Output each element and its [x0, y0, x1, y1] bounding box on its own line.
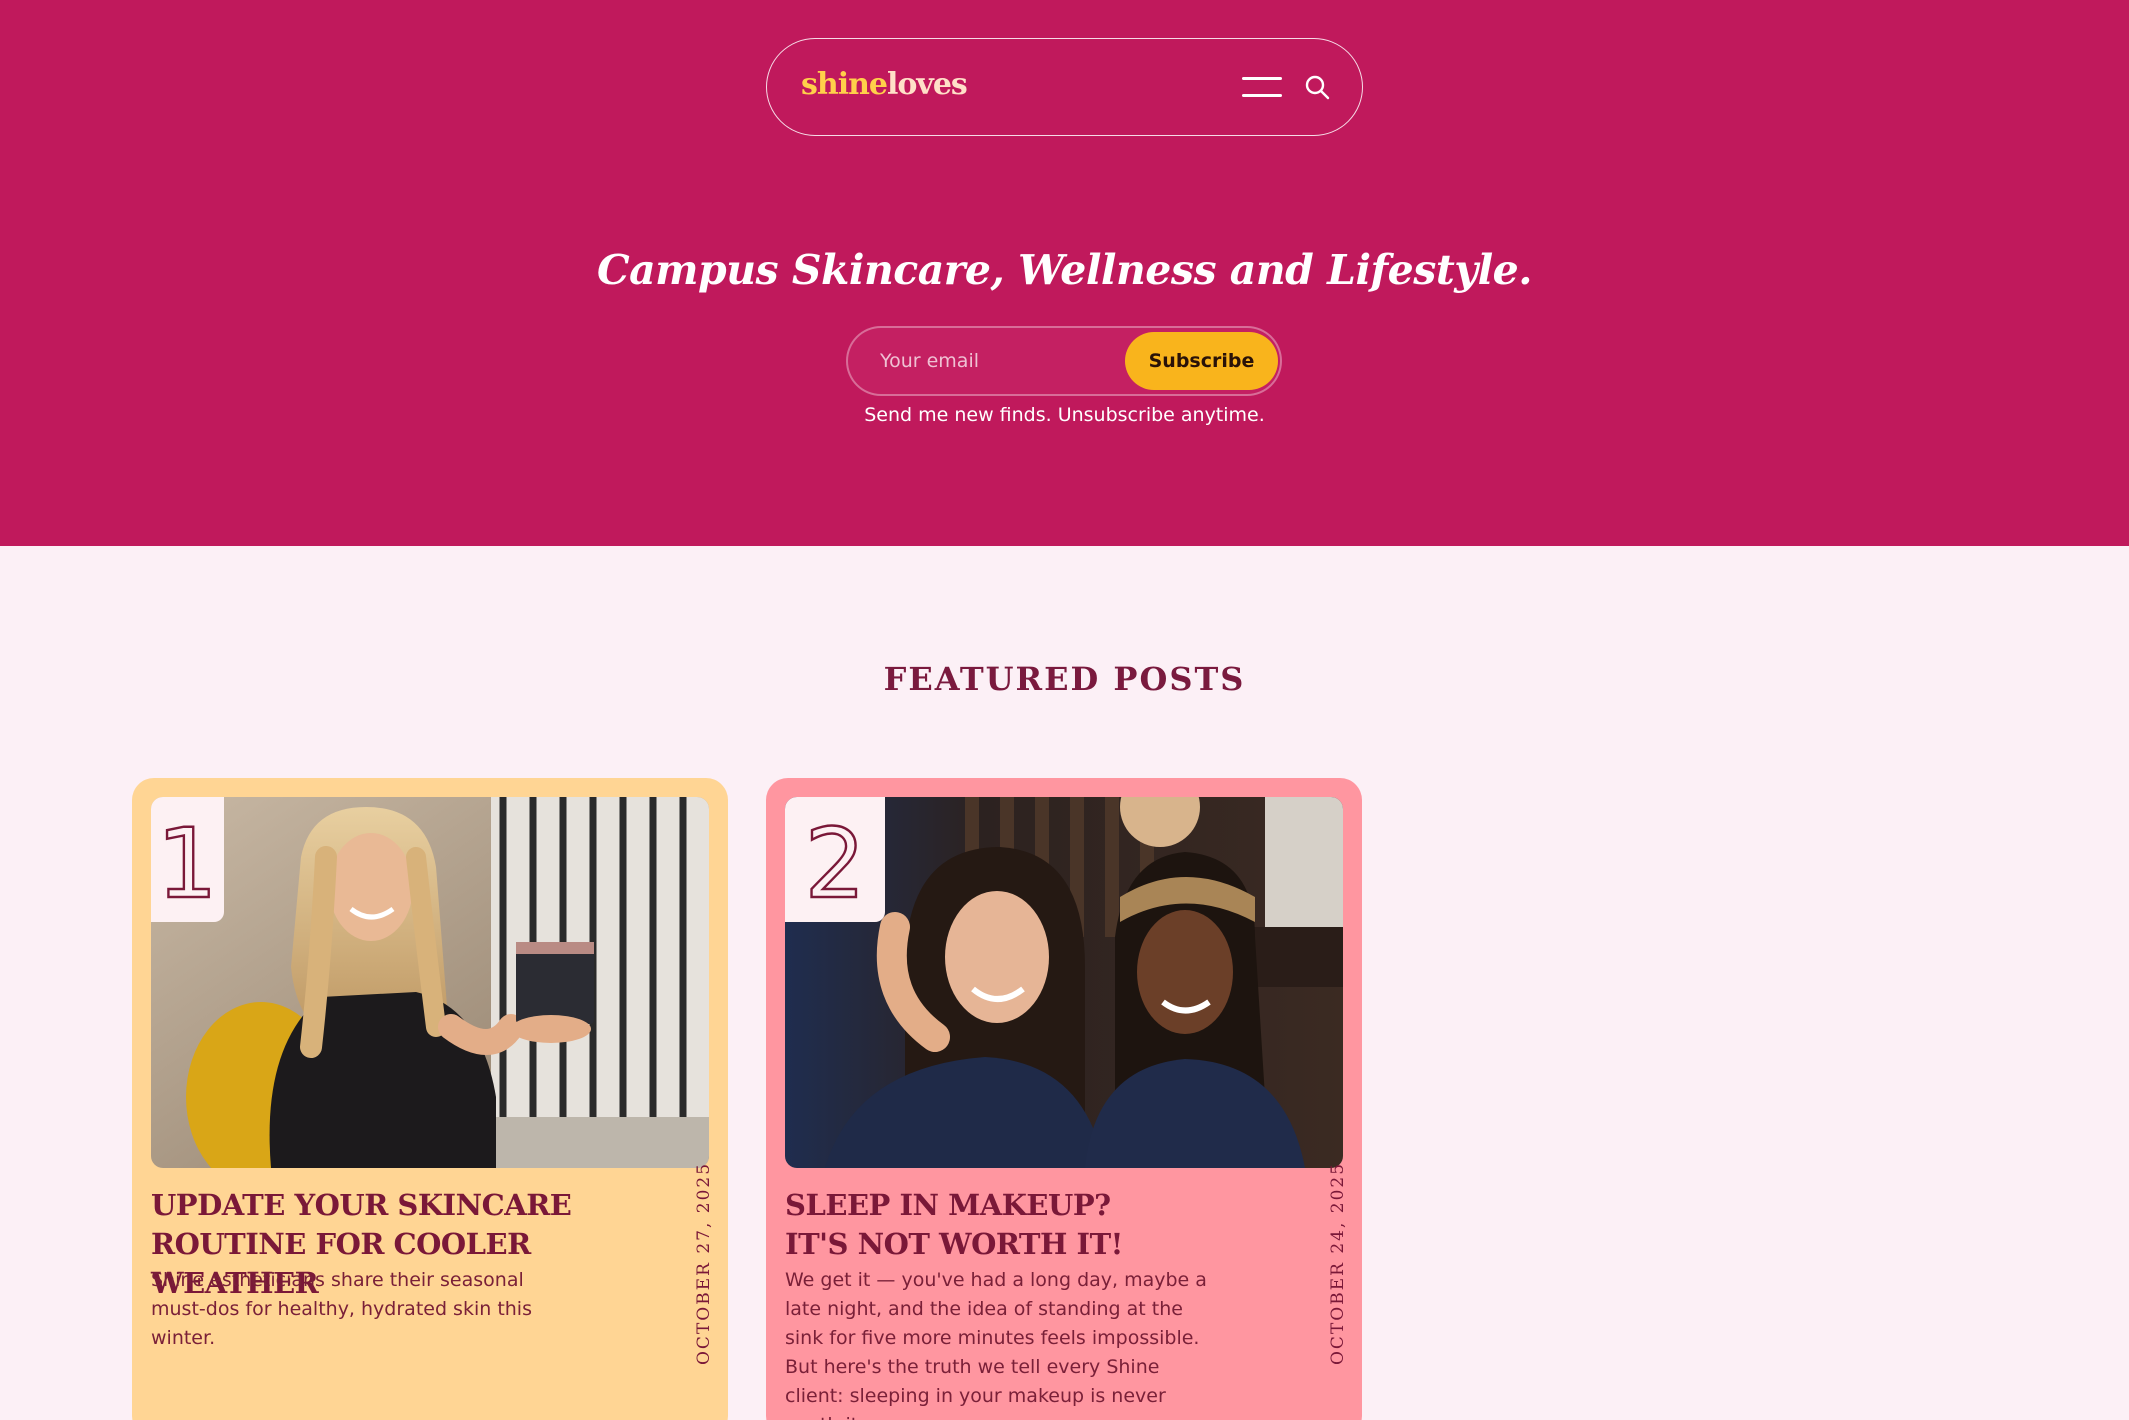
featured-posts-heading: FEATURED POSTS	[883, 660, 1246, 698]
post-title-line-2: IT'S NOT WORTH IT!	[785, 1227, 1123, 1261]
menu-line-bottom	[1242, 94, 1282, 97]
post-image-2[interactable]: 2	[785, 797, 1343, 1168]
search-icon[interactable]	[1302, 72, 1332, 102]
post-number-text: 1	[156, 808, 217, 920]
post-number-badge: 2	[785, 797, 885, 922]
post-image-1[interactable]: 1	[151, 797, 709, 1168]
post-title[interactable]: SLEEP IN MAKEUP? IT'S NOT WORTH IT!	[785, 1186, 1285, 1264]
post-excerpt: Shine estheticians share their seasonal …	[151, 1269, 532, 1349]
site-logo[interactable]: shineloves	[801, 65, 968, 105]
logo-part-shine: shine	[801, 67, 888, 102]
top-navbar: shineloves	[766, 38, 1363, 136]
subscribe-note: Send me new finds. Unsubscribe anytime.	[864, 404, 1265, 426]
hero-tagline: Campus Skincare, Wellness and Lifestyle.	[596, 246, 1533, 294]
hamburger-menu-icon[interactable]	[1242, 75, 1282, 99]
post-date: OCTOBER 24, 2025	[1326, 1162, 1350, 1420]
hero-section: shineloves Campus Skincare, Wellness and…	[0, 0, 2129, 546]
photo-woman-holding-product-icon	[151, 797, 709, 1168]
post-date: OCTOBER 27, 2025	[692, 1162, 716, 1420]
post-title-line-1: UPDATE YOUR SKINCARE	[151, 1188, 572, 1222]
post-date-text: OCTOBER 24, 2025	[1328, 1161, 1348, 1365]
featured-post-card-1[interactable]: 1 UPDATE YOUR SKINCARE ROUTINE FOR COOLE…	[132, 778, 728, 1420]
featured-post-card-2[interactable]: 2 SLEEP IN MAKEUP? IT'S NOT WORTH IT! We…	[766, 778, 1362, 1420]
subscribe-button[interactable]: Subscribe	[1125, 332, 1278, 390]
menu-line-top	[1242, 77, 1282, 80]
post-title-line-1: SLEEP IN MAKEUP?	[785, 1188, 1111, 1222]
post-date-text: OCTOBER 27, 2025	[694, 1161, 714, 1365]
post-excerpt: We get it — you've had a long day, maybe…	[785, 1269, 1207, 1420]
post-number-text: 2	[804, 808, 865, 920]
logo-part-loves: loves	[887, 67, 968, 102]
email-input[interactable]	[860, 336, 1130, 386]
post-number-badge: 1	[151, 797, 224, 922]
newsletter-form: Subscribe	[846, 326, 1282, 396]
